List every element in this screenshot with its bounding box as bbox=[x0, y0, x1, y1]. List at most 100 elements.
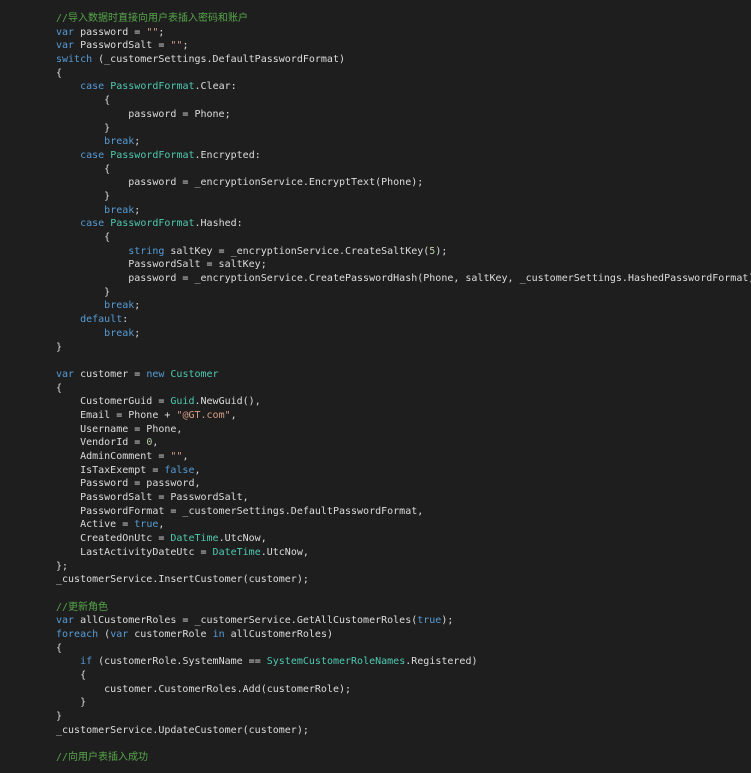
code-line: }; bbox=[0, 560, 751, 574]
type-token: PasswordFormat bbox=[110, 81, 195, 93]
code-token: } bbox=[56, 122, 111, 134]
code-line: } bbox=[0, 122, 751, 136]
type-token: PasswordFormat bbox=[110, 149, 195, 161]
code-line: { bbox=[0, 642, 751, 656]
keyword-token: true bbox=[134, 519, 159, 531]
code-line: case PasswordFormat.Clear: bbox=[0, 80, 751, 94]
comment-token: //向用户表插入成功 bbox=[56, 752, 149, 764]
code-line: customer.CustomerRoles.Add(customerRole)… bbox=[0, 683, 751, 697]
code-token: CreatedOnUtc = bbox=[56, 533, 171, 545]
code-line: VendorId = 0, bbox=[0, 436, 751, 450]
string-token: "" bbox=[170, 451, 183, 462]
code-token: ; bbox=[182, 40, 189, 52]
keyword-token: var bbox=[110, 628, 129, 640]
code-line: password = _encryptionService.EncryptTex… bbox=[0, 176, 751, 190]
code-token: customer = bbox=[74, 368, 147, 380]
keyword-token: true bbox=[417, 615, 442, 627]
keyword-token: string bbox=[128, 245, 165, 257]
code-token: , bbox=[158, 519, 165, 531]
code-token: Email = Phone + bbox=[56, 409, 177, 421]
string-token: "@GT.com" bbox=[176, 409, 231, 421]
code-token: (_customerSettings.DefaultPasswordFormat… bbox=[92, 54, 345, 66]
code-token: ; bbox=[134, 136, 141, 148]
keyword-token: new bbox=[146, 368, 165, 380]
code-token: { bbox=[56, 163, 111, 175]
code-line: _customerService.InsertCustomer(customer… bbox=[0, 573, 751, 587]
keyword-token: case bbox=[80, 218, 105, 230]
code-token: .NewGuid(), bbox=[194, 396, 261, 408]
code-line: } bbox=[0, 696, 751, 710]
code-token: }; bbox=[56, 560, 69, 572]
code-token: password = bbox=[74, 26, 147, 38]
keyword-token: switch bbox=[56, 54, 93, 66]
code-token: { bbox=[56, 382, 63, 394]
code-token: ; bbox=[134, 204, 141, 216]
code-line: var allCustomerRoles = _customerService.… bbox=[0, 614, 751, 628]
code-token: { bbox=[56, 232, 111, 243]
keyword-token: default bbox=[80, 314, 123, 326]
code-token: customer.CustomerRoles.Add(customerRole)… bbox=[56, 683, 352, 695]
code-line: var customer = new Customer bbox=[0, 368, 751, 382]
code-line: var PasswordSalt = ""; bbox=[0, 39, 751, 53]
code-token: { bbox=[56, 95, 111, 107]
code-line: CreatedOnUtc = DateTime.UtcNow, bbox=[0, 532, 751, 546]
code-token: , bbox=[182, 451, 189, 462]
code-token: .Hashed: bbox=[194, 218, 243, 230]
code-line: string saltKey = _encryptionService.Crea… bbox=[0, 245, 751, 259]
keyword-token: in bbox=[212, 628, 225, 640]
code-token: ; bbox=[134, 300, 141, 312]
code-token: password = _encryptionService.CreatePass… bbox=[56, 273, 751, 285]
code-line: { bbox=[0, 231, 751, 245]
code-token: } bbox=[56, 697, 87, 709]
code-token: CustomerGuid = bbox=[56, 396, 171, 408]
code-line: password = _encryptionService.CreatePass… bbox=[0, 272, 751, 286]
code-line: { bbox=[0, 669, 751, 683]
comment-token: //导入数据时直接向用户表插入密码和账户 bbox=[56, 13, 249, 24]
code-token: allCustomerRoles = _customerService.GetA… bbox=[74, 615, 418, 627]
code-line: var password = ""; bbox=[0, 26, 751, 40]
code-line: IsTaxExempt = false, bbox=[0, 464, 751, 478]
code-token: : bbox=[122, 314, 129, 326]
code-token: { bbox=[56, 642, 63, 654]
code-token: _customerService.InsertCustomer(customer… bbox=[56, 574, 309, 586]
keyword-token: var bbox=[56, 26, 75, 38]
code-token: ); bbox=[435, 245, 448, 257]
code-token: } bbox=[56, 190, 111, 202]
code-line: default: bbox=[0, 313, 751, 327]
keyword-token: var bbox=[56, 615, 75, 627]
code-token: .UtcNow, bbox=[260, 546, 309, 558]
code-token: , bbox=[152, 437, 159, 449]
code-line: } bbox=[0, 710, 751, 724]
code-editor[interactable]: //导入数据时直接向用户表插入密码和账户 var password = ""; va… bbox=[0, 0, 751, 773]
code-token: ; bbox=[134, 327, 141, 339]
keyword-token: foreach bbox=[56, 628, 99, 640]
keyword-token: break bbox=[104, 327, 135, 339]
code-line: //导入数据时直接向用户表插入密码和账户 bbox=[0, 12, 751, 26]
keyword-token: case bbox=[80, 81, 105, 93]
code-token: .UtcNow, bbox=[218, 533, 267, 545]
keyword-token: false bbox=[164, 464, 195, 476]
code-token: } bbox=[56, 711, 63, 723]
code-token: , bbox=[194, 464, 201, 476]
code-token: { bbox=[56, 670, 87, 681]
code-line: case PasswordFormat.Encrypted: bbox=[0, 149, 751, 163]
code-line: AdminComment = "", bbox=[0, 450, 751, 464]
code-line: if (customerRole.SystemName == SystemCus… bbox=[0, 655, 751, 669]
code-token: LastActivityDateUtc = bbox=[56, 546, 213, 558]
type-token: PasswordFormat bbox=[110, 218, 195, 230]
code-token: _customerService.UpdateCustomer(customer… bbox=[56, 724, 309, 736]
code-token: Username = Phone, bbox=[56, 423, 183, 435]
code-token: saltKey = _encryptionService.CreateSaltK… bbox=[164, 245, 430, 257]
code-line: Active = true, bbox=[0, 518, 751, 532]
code-line: _customerService.UpdateCustomer(customer… bbox=[0, 724, 751, 738]
code-token: .Registered) bbox=[405, 656, 478, 668]
code-line: { bbox=[0, 163, 751, 177]
